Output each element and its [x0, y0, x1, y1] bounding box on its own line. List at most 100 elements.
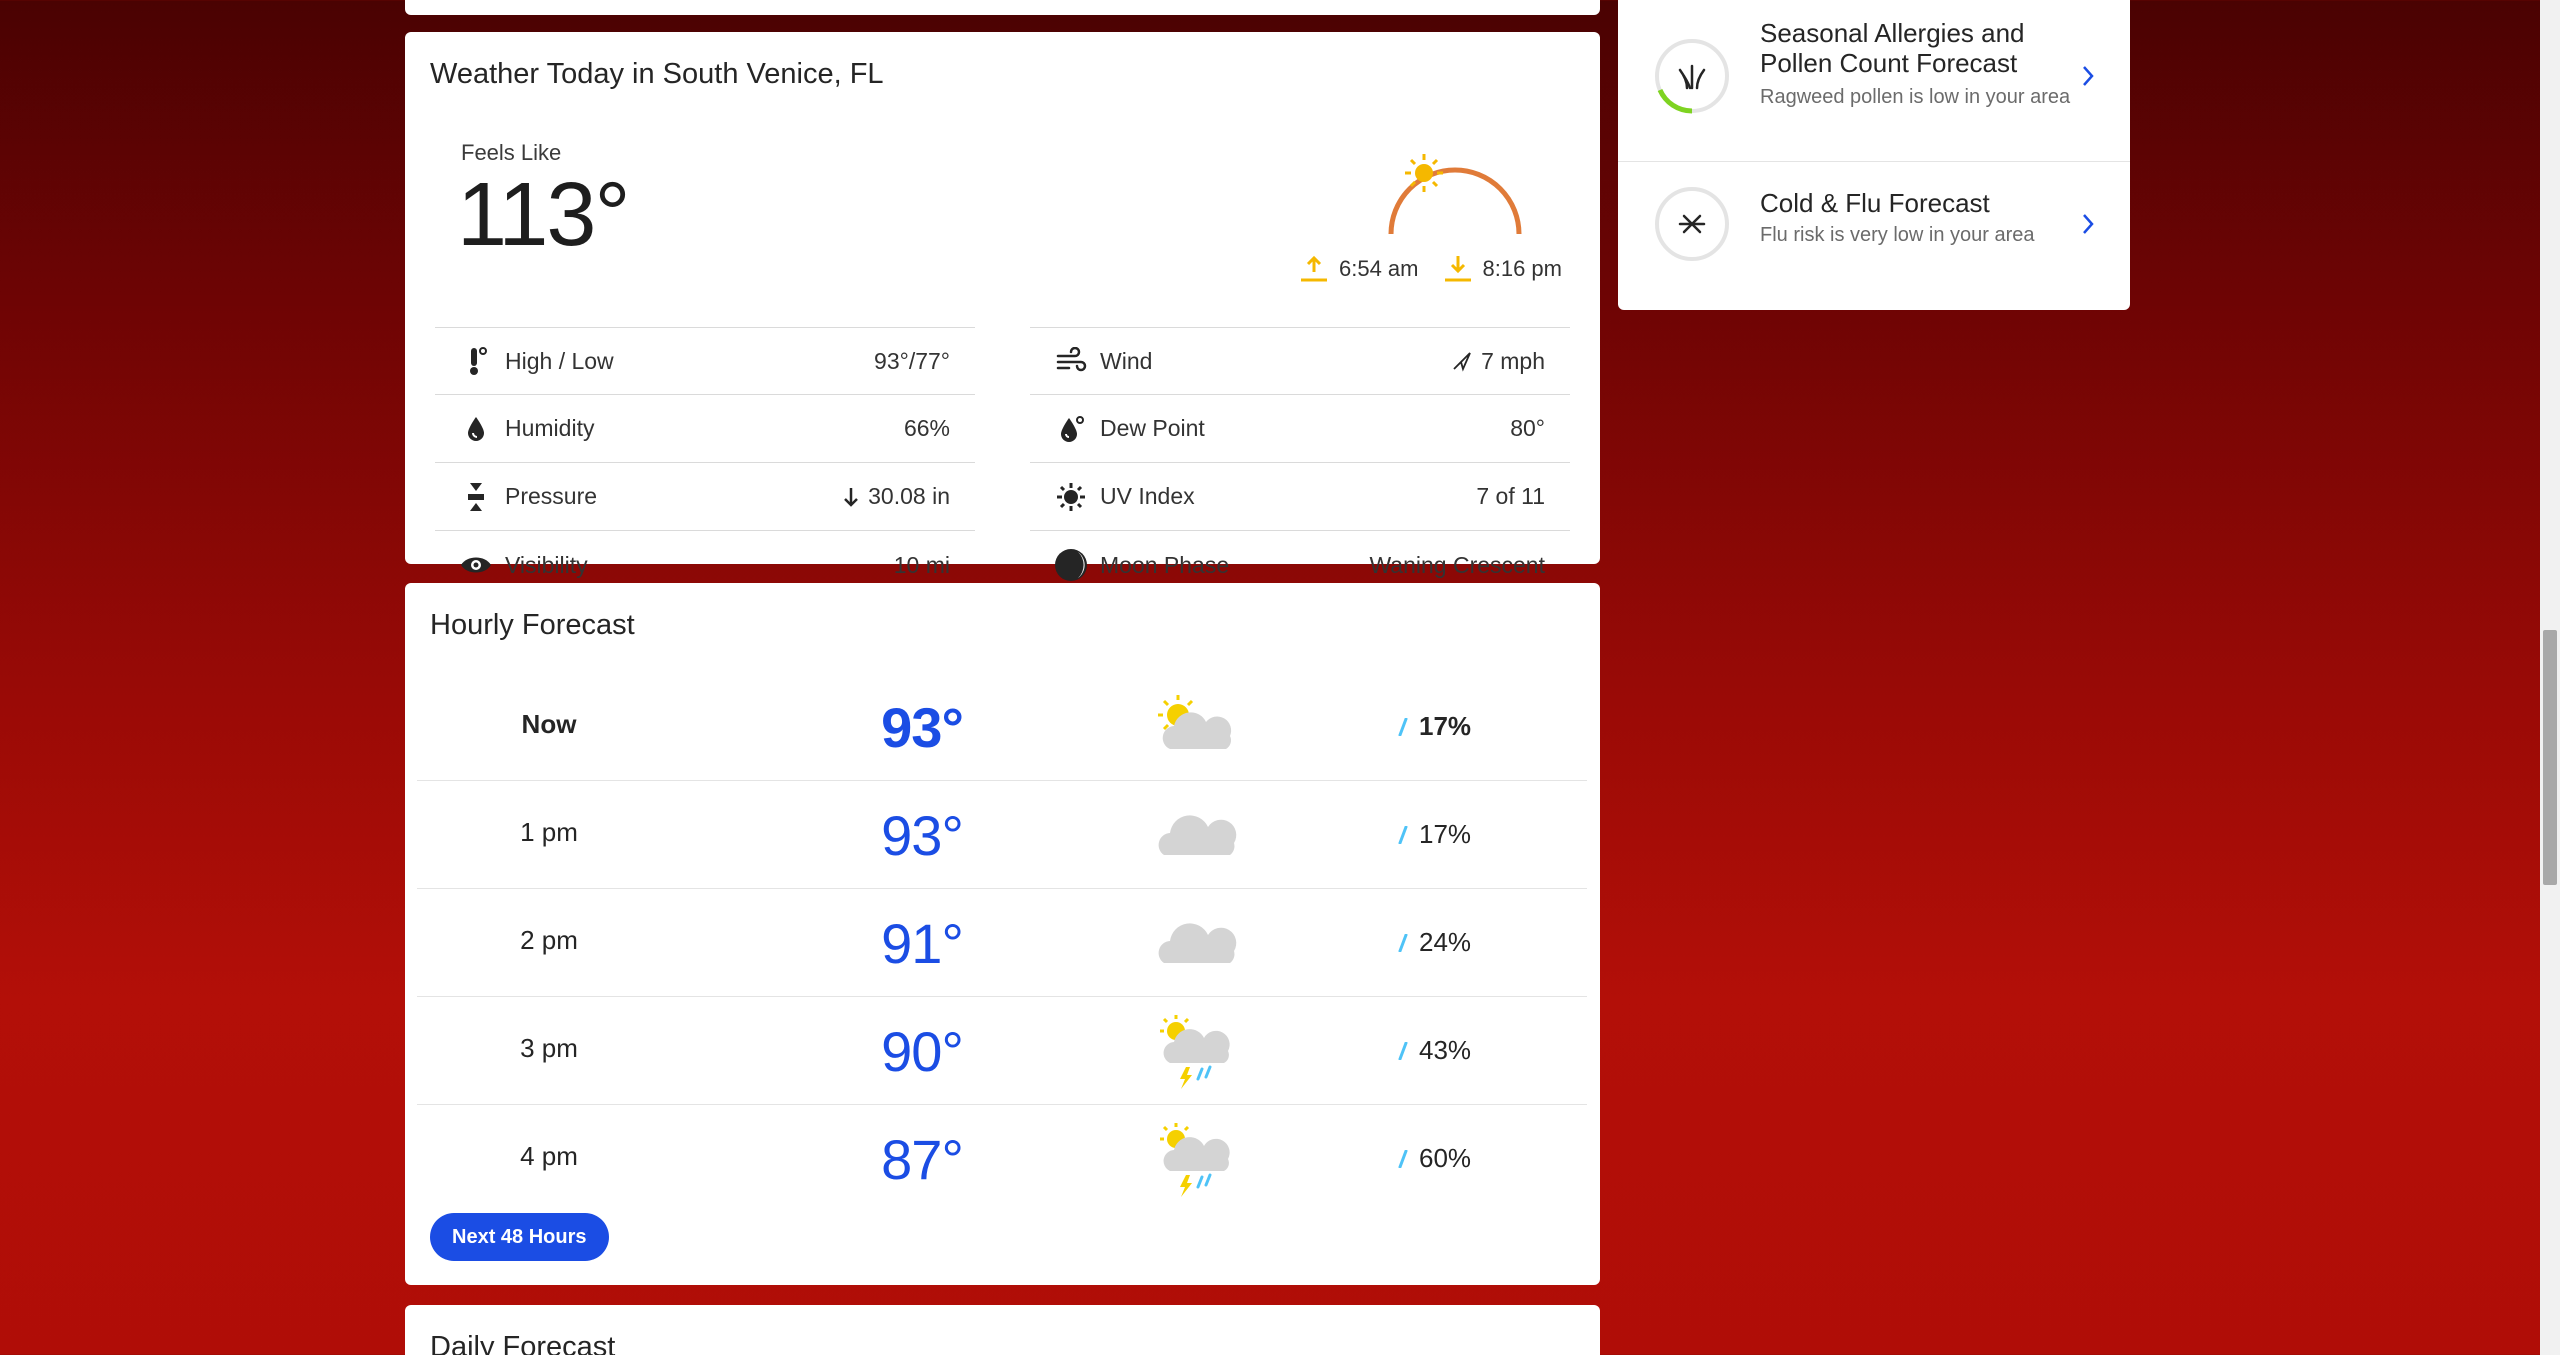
sunrise-time: 6:54 am — [1339, 256, 1419, 281]
raindrop-icon — [1398, 717, 1408, 736]
virus-icon — [1655, 187, 1729, 261]
detail-label: Moon Phase — [1100, 551, 1230, 578]
detail-value-wrap: 7 mph — [1451, 348, 1545, 375]
sun-times: 6:54 am 8:16 pm — [1299, 254, 1562, 284]
weather-today-card: Weather Today in South Venice, FL Feels … — [405, 32, 1600, 581]
hour-temp: 87° — [881, 1128, 964, 1191]
wind-direction-icon — [1453, 352, 1471, 372]
allergy-title: Seasonal Allergies and Pollen Count Fore… — [1760, 18, 2025, 78]
partly-cloudy-icon — [1158, 695, 1232, 749]
detail-label: Wind — [1100, 347, 1153, 374]
hourly-row[interactable]: Now 93° 17% — [417, 673, 1587, 781]
hour-precip: 17% — [1397, 819, 1471, 850]
health-forecast-card: Seasonal Allergies and Pollen Count Fore… — [1618, 0, 2130, 310]
hour-temp: 91° — [881, 912, 964, 975]
detail-label: Pressure — [505, 483, 598, 509]
hour-precip-value: 17% — [1419, 819, 1472, 849]
flu-subtitle: Flu risk is very low in your area — [1760, 224, 2035, 246]
sunset-icon — [1444, 256, 1471, 282]
detail-value: Waning Crescent — [1369, 551, 1545, 578]
flu-title: Cold & Flu Forecast — [1760, 188, 1990, 218]
hour-precip: 24% — [1397, 927, 1471, 958]
detail-value: 66% — [903, 415, 950, 441]
feels-like-value: 113° — [457, 165, 630, 265]
cloudy-icon — [1158, 815, 1237, 855]
daily-forecast-title: Daily Forecast — [430, 1331, 616, 1355]
daily-forecast-card: Daily Forecast — [405, 1305, 1600, 1355]
hour-precip: 17% — [1397, 711, 1471, 742]
sunrise-icon — [1301, 255, 1327, 282]
grass-pollen-icon — [1655, 39, 1729, 114]
hour-time: 1 pm — [520, 817, 578, 847]
detail-pressure: Pressure 30.08 in — [435, 463, 975, 531]
thermometer-icon — [459, 344, 493, 378]
pressure-icon — [459, 480, 493, 514]
hourly-row[interactable]: 2 pm 91° 24% — [417, 889, 1587, 997]
hour-time: 4 pm — [520, 1141, 578, 1171]
detail-value: 7 mph — [1481, 347, 1545, 374]
hourly-forecast-card: Hourly Forecast Now 93° 17% 1 pm 93° 17%… — [405, 583, 1600, 1285]
hour-precip-value: 43% — [1419, 1035, 1472, 1065]
detail-dew-point: Dew Point 80° — [1030, 395, 1570, 463]
hour-precip-value: 24% — [1419, 927, 1472, 957]
detail-value: 7 of 11 — [1476, 483, 1545, 509]
wind-icon — [1054, 344, 1088, 378]
next-48-hours-button[interactable]: Next 48 Hours — [430, 1213, 609, 1261]
hour-temp: 93° — [881, 696, 964, 759]
sunset-time: 8:16 pm — [1482, 256, 1563, 281]
detail-label: UV Index — [1100, 483, 1195, 509]
hour-temp: 93° — [881, 804, 964, 867]
hourly-list: Now 93° 17% 1 pm 93° 17% 2 pm 91° 24% 3 … — [417, 673, 1587, 1213]
detail-label: Humidity — [505, 415, 595, 441]
hour-precip: 60% — [1397, 1143, 1471, 1174]
moon-icon — [1054, 548, 1088, 582]
details-right: Wind 7 mph Dew Point 80° UV Index 7 of 1… — [1030, 327, 1570, 599]
chevron-right-icon — [2083, 214, 2094, 234]
detail-high-low: High / Low 93°/77° — [435, 327, 975, 395]
allergy-subtitle: Ragweed pollen is low in your area — [1760, 86, 2071, 108]
detail-value: 93°/77° — [874, 347, 950, 374]
scattered-thunderstorms-icon — [1160, 1123, 1230, 1197]
chevron-right-icon — [2083, 66, 2094, 86]
cloudy-icon — [1158, 923, 1237, 963]
previous-card — [405, 0, 1600, 15]
weather-today-title: Weather Today in South Venice, FL — [430, 58, 884, 90]
scrollbar-thumb[interactable] — [2543, 630, 2557, 885]
detail-value: 10 mi — [893, 551, 950, 578]
feels-like-label: Feels Like — [461, 140, 562, 165]
detail-value-wrap: 30.08 in — [842, 483, 950, 510]
hour-precip-value: 17% — [1419, 711, 1472, 741]
raindrop-icon — [1398, 825, 1408, 844]
uv-sun-icon — [1054, 480, 1088, 514]
detail-wind: Wind 7 mph — [1030, 327, 1570, 395]
hour-precip-value: 60% — [1419, 1143, 1472, 1173]
sun-arc-icon — [1388, 154, 1522, 235]
page-scrollbar[interactable] — [2540, 0, 2560, 1355]
detail-value: 80° — [1510, 415, 1545, 441]
flu-forecast-link[interactable]: Cold & Flu Forecast Flu risk is very low… — [1618, 162, 2130, 310]
hourly-row[interactable]: 3 pm 90° 43% — [417, 997, 1587, 1105]
hour-time: 3 pm — [520, 1033, 578, 1063]
hour-precip: 43% — [1397, 1035, 1471, 1066]
raindrop-icon — [1398, 933, 1408, 952]
hour-time: Now — [521, 709, 577, 739]
humidity-drop-icon — [459, 412, 493, 446]
dew-point-icon — [1054, 412, 1088, 446]
hourly-row[interactable]: 1 pm 93° 17% — [417, 781, 1587, 889]
raindrop-icon — [1398, 1149, 1408, 1168]
raindrop-icon — [1398, 1041, 1408, 1060]
eye-icon — [459, 548, 493, 582]
detail-humidity: Humidity 66% — [435, 395, 975, 463]
detail-label: Visibility — [505, 551, 588, 578]
arrow-down-icon — [844, 487, 859, 507]
details-left: High / Low 93°/77° Humidity 66% Pressure… — [435, 327, 975, 599]
hour-temp: 90° — [881, 1020, 964, 1083]
hourly-row[interactable]: 4 pm 87° 60% — [417, 1105, 1587, 1213]
detail-label: Dew Point — [1100, 415, 1205, 441]
detail-uv-index: UV Index 7 of 11 — [1030, 463, 1570, 531]
detail-label: High / Low — [505, 347, 614, 374]
hour-time: 2 pm — [520, 925, 578, 955]
hourly-forecast-title: Hourly Forecast — [430, 609, 635, 641]
detail-value: 30.08 in — [868, 483, 950, 509]
allergy-forecast-link[interactable]: Seasonal Allergies and Pollen Count Fore… — [1618, 0, 2130, 161]
